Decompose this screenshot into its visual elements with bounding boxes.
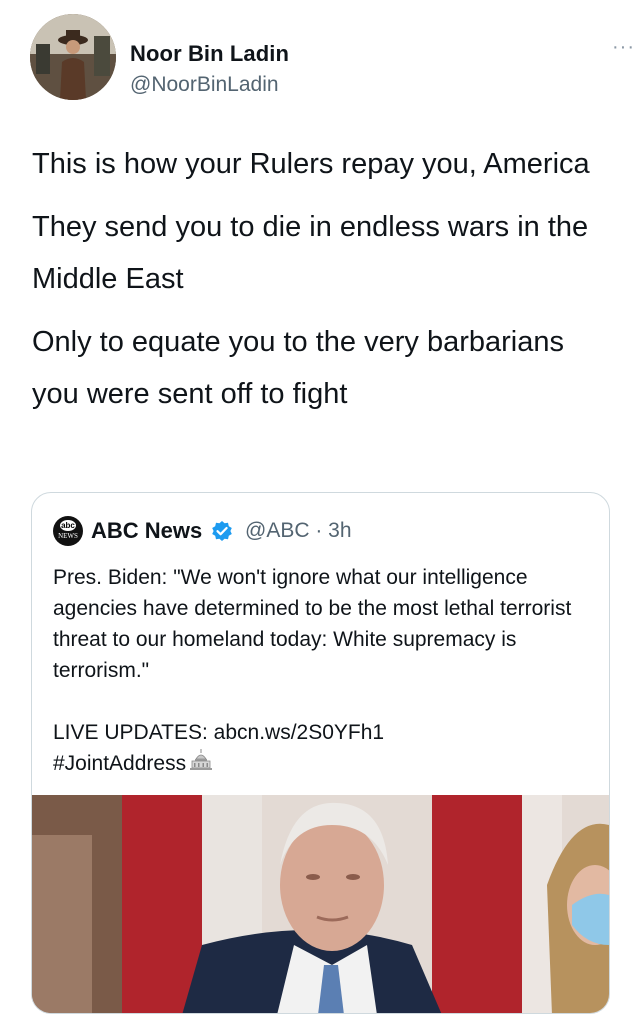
quoted-handle-time[interactable]: @ABC · 3h — [245, 516, 352, 546]
quoted-tweet-text: Pres. Biden: "We won't ignore what our i… — [53, 562, 593, 779]
quoted-tweet-photo[interactable] — [32, 795, 609, 1013]
author-name[interactable]: Noor Bin Ladin — [130, 41, 289, 67]
abc-news-logo[interactable]: abc NEWS — [53, 516, 83, 546]
quoted-author-name[interactable]: ABC News — [91, 516, 202, 546]
tweet-paragraph: They send you to die in endless wars in … — [32, 211, 589, 295]
quoted-tweet-header: abc NEWS ABC News @ABC · 3h — [53, 516, 593, 546]
quote-body: Pres. Biden: "We won't ignore what our i… — [53, 566, 572, 682]
hashtag-line: #JointAddress — [53, 748, 593, 779]
more-icon[interactable]: ··· — [612, 37, 635, 57]
tweet-header: Noor Bin Ladin @NoorBinLadin ··· — [30, 14, 634, 100]
author-handle[interactable]: @NoorBinLadin — [130, 73, 279, 97]
capitol-icon — [190, 749, 213, 770]
tweet-paragraph: Only to equate you to the very barbarian… — [32, 326, 564, 410]
live-updates-link[interactable]: LIVE UPDATES: abcn.ws/2S0YFh1 — [53, 717, 593, 748]
author-avatar[interactable] — [30, 14, 116, 100]
tweet-text: This is how your Rulers repay you, Ameri… — [32, 138, 612, 431]
quoted-tweet[interactable]: abc NEWS ABC News @ABC · 3h Pres. Biden:… — [31, 492, 610, 1014]
hashtag-link[interactable]: #JointAddress — [53, 752, 186, 775]
tweet-paragraph: This is how your Rulers repay you, Ameri… — [32, 148, 590, 180]
verified-badge-icon — [212, 521, 232, 541]
